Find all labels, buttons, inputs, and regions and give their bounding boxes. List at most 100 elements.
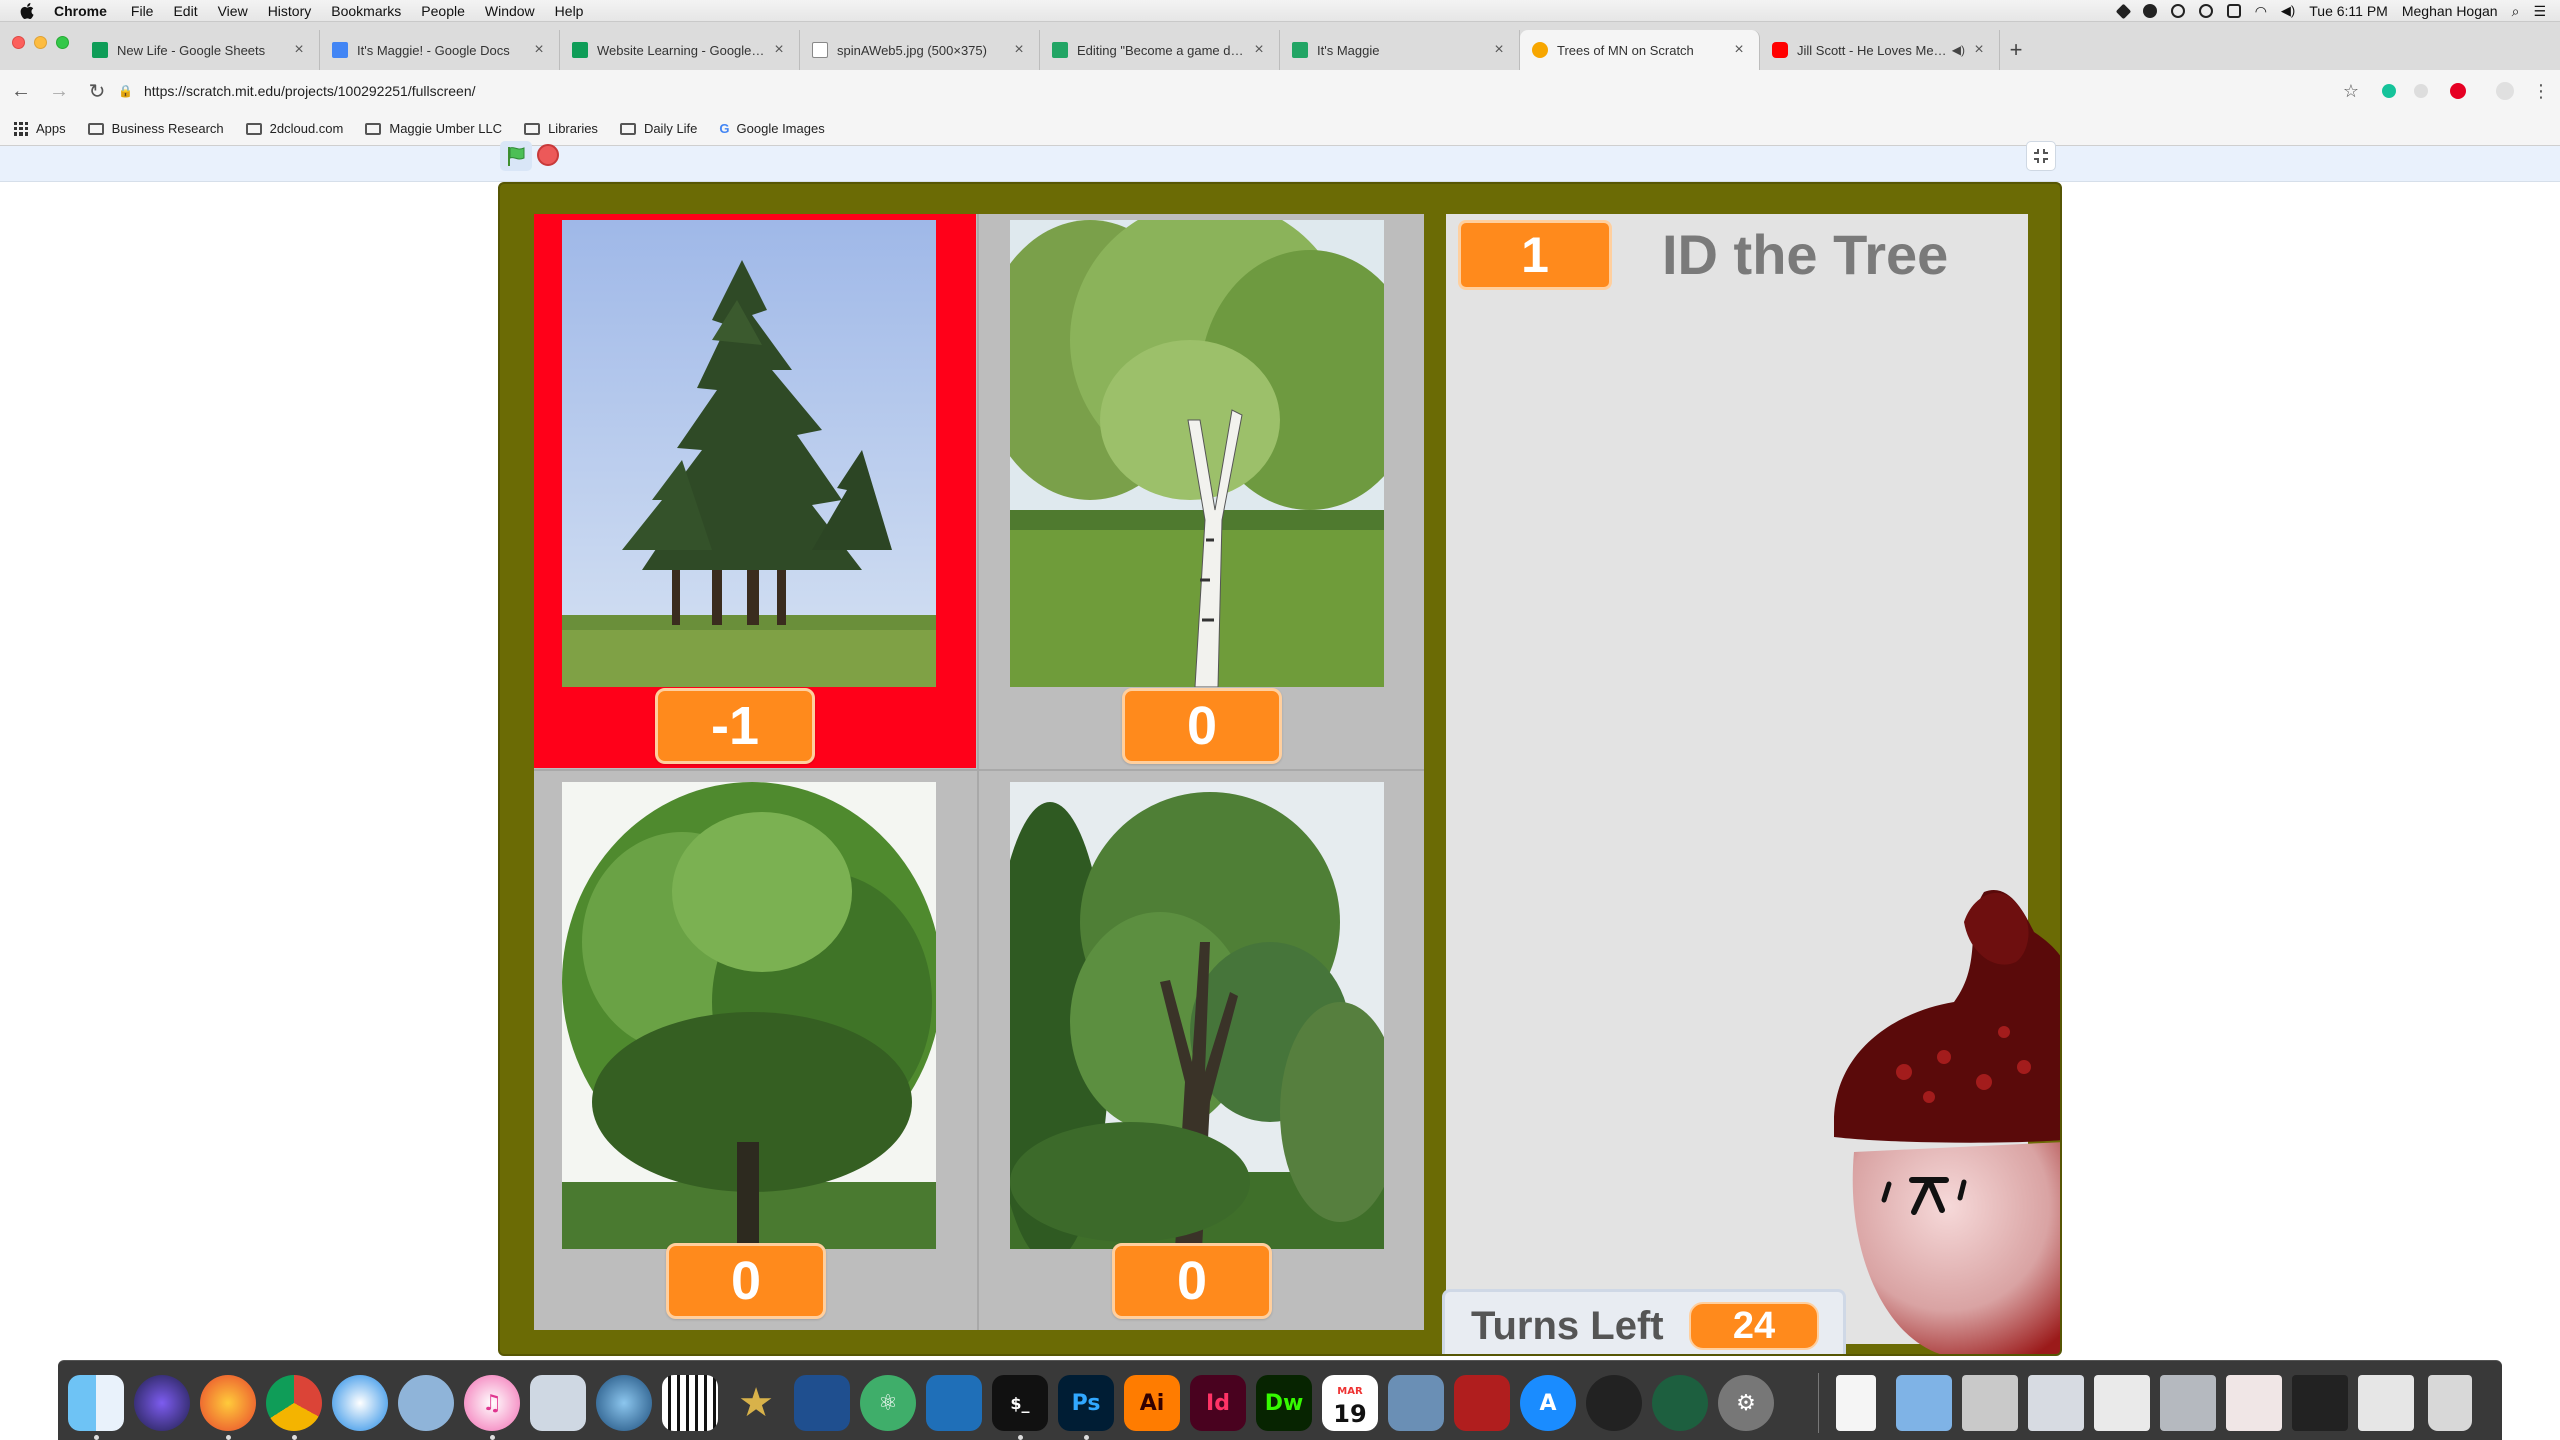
reload-icon[interactable]: ↻ bbox=[80, 74, 114, 108]
bookmark-daily-life[interactable]: Daily Life bbox=[619, 121, 697, 136]
minimize-window-button[interactable] bbox=[34, 36, 47, 49]
close-tab-icon[interactable]: × bbox=[291, 42, 307, 58]
preview-icon[interactable] bbox=[530, 1375, 586, 1431]
calendar-icon[interactable]: MAR 19 bbox=[1322, 1375, 1378, 1431]
close-tab-icon[interactable]: × bbox=[1251, 42, 1267, 58]
tab-jill-scott-youtube[interactable]: Jill Scott - He Loves Me (Li ◀) × bbox=[1760, 30, 2000, 70]
recent-document-icon[interactable] bbox=[2358, 1375, 2414, 1431]
tab-new-life-sheets[interactable]: New Life - Google Sheets × bbox=[80, 30, 320, 70]
html-file-icon[interactable] bbox=[1836, 1375, 1876, 1431]
bur-oak-photo[interactable] bbox=[562, 782, 936, 1249]
recent-document-icon[interactable] bbox=[2226, 1375, 2282, 1431]
menu-view[interactable]: View bbox=[218, 3, 248, 19]
photoshop-dev-icon[interactable] bbox=[794, 1375, 850, 1431]
user-name[interactable]: Meghan Hogan bbox=[2402, 3, 2498, 19]
safari-icon[interactable] bbox=[332, 1375, 388, 1431]
close-tab-icon[interactable]: × bbox=[771, 42, 787, 58]
itunes-icon[interactable]: ♫ bbox=[464, 1375, 520, 1431]
app-store-icon[interactable]: A bbox=[1520, 1375, 1576, 1431]
close-tab-icon[interactable]: × bbox=[531, 42, 547, 58]
bookmark-maggie-umber[interactable]: Maggie Umber LLC bbox=[365, 121, 502, 136]
dreamweaver-icon[interactable]: Dw bbox=[1256, 1375, 1312, 1431]
screenshot-icon[interactable] bbox=[398, 1375, 454, 1431]
close-tab-icon[interactable]: × bbox=[1491, 42, 1507, 58]
chrome-icon[interactable] bbox=[266, 1375, 322, 1431]
tab-trees-of-mn-scratch[interactable]: Trees of MN on Scratch × bbox=[1520, 30, 1760, 70]
volume-icon[interactable]: ◀) bbox=[2281, 3, 2295, 19]
audio-playing-icon[interactable]: ◀) bbox=[1952, 43, 1965, 57]
profile-avatar[interactable] bbox=[2496, 82, 2514, 100]
dropbox-icon[interactable] bbox=[2115, 3, 2131, 19]
recent-document-icon[interactable] bbox=[2094, 1375, 2150, 1431]
terminal-icon[interactable]: $_ bbox=[992, 1375, 1048, 1431]
grammarly-extension-icon[interactable] bbox=[2382, 84, 2396, 98]
back-arrow-icon[interactable]: ← bbox=[4, 74, 38, 108]
pinterest-icon[interactable] bbox=[2450, 83, 2466, 99]
close-tab-icon[interactable]: × bbox=[1971, 42, 1987, 58]
scratch-stage[interactable]: -1 0 0 0 1 ID the Tree Turns Left 24 bbox=[498, 182, 2062, 1356]
extension-icon[interactable] bbox=[2414, 84, 2428, 98]
tab-its-maggie-docs[interactable]: It's Maggie! - Google Docs × bbox=[320, 30, 560, 70]
photo-booth-icon[interactable] bbox=[1454, 1375, 1510, 1431]
bookmark-google-images[interactable]: G Google Images bbox=[719, 121, 824, 136]
address-bar[interactable]: 🔒 https://scratch.mit.edu/projects/10029… bbox=[112, 76, 2362, 106]
star-app-icon[interactable]: ★ bbox=[728, 1375, 784, 1431]
firefox-icon[interactable] bbox=[200, 1375, 256, 1431]
bookmark-star-icon[interactable]: ☆ bbox=[2340, 80, 2362, 102]
time-machine-icon[interactable] bbox=[1652, 1375, 1708, 1431]
menu-help[interactable]: Help bbox=[555, 3, 584, 19]
menu-bookmarks[interactable]: Bookmarks bbox=[331, 3, 401, 19]
chrome-menu-icon[interactable]: ⋮ bbox=[2530, 80, 2552, 102]
recent-document-icon[interactable] bbox=[1962, 1375, 2018, 1431]
atom-icon[interactable]: ⚛ bbox=[860, 1375, 916, 1431]
recent-document-icon[interactable] bbox=[2292, 1375, 2348, 1431]
accessibility-icon[interactable] bbox=[2170, 4, 2185, 18]
vscode-icon[interactable] bbox=[926, 1375, 982, 1431]
spotlight-icon[interactable]: ⌕ bbox=[2512, 3, 2520, 20]
time-machine-status-icon[interactable] bbox=[2198, 4, 2213, 18]
piano-icon[interactable] bbox=[662, 1375, 718, 1431]
close-tab-icon[interactable]: × bbox=[1731, 42, 1747, 58]
quicktime-icon[interactable] bbox=[596, 1375, 652, 1431]
apple-menu-icon[interactable] bbox=[16, 0, 38, 22]
elm-photo[interactable] bbox=[1010, 782, 1384, 1249]
image-capture-icon[interactable] bbox=[1388, 1375, 1444, 1431]
white-pine-photo[interactable] bbox=[562, 220, 936, 687]
url-text[interactable]: https://scratch.mit.edu/projects/1002922… bbox=[144, 83, 476, 99]
wifi-icon[interactable]: ◠ bbox=[2255, 3, 2267, 20]
forward-arrow-icon[interactable]: → bbox=[42, 74, 76, 108]
indesign-icon[interactable]: Id bbox=[1190, 1375, 1246, 1431]
clock[interactable]: Tue 6:11 PM bbox=[2309, 3, 2388, 19]
bookmark-business-research[interactable]: Business Research bbox=[87, 121, 224, 136]
stop-button[interactable] bbox=[537, 144, 559, 166]
menu-history[interactable]: History bbox=[268, 3, 312, 19]
notification-center-icon[interactable]: ☰ bbox=[2533, 3, 2546, 20]
tab-website-learning[interactable]: Website Learning - Google She × bbox=[560, 30, 800, 70]
menu-file[interactable]: File bbox=[131, 3, 154, 19]
bookmark-2dcloud[interactable]: 2dcloud.com bbox=[245, 121, 343, 136]
bookmark-apps[interactable]: Apps bbox=[14, 121, 66, 136]
illustrator-icon[interactable]: Ai bbox=[1124, 1375, 1180, 1431]
close-window-button[interactable] bbox=[12, 36, 25, 49]
tab-spinaweb-image[interactable]: spinAWeb5.jpg (500×375) × bbox=[800, 30, 1040, 70]
system-preferences-icon[interactable]: ⚙ bbox=[1718, 1375, 1774, 1431]
zoom-window-button[interactable] bbox=[56, 36, 69, 49]
green-flag-button[interactable] bbox=[500, 141, 532, 171]
menu-edit[interactable]: Edit bbox=[173, 3, 197, 19]
trash-icon[interactable] bbox=[2428, 1375, 2472, 1431]
applications-folder-icon[interactable] bbox=[1896, 1375, 1952, 1431]
photoshop-icon[interactable]: Ps bbox=[1058, 1375, 1114, 1431]
exit-fullscreen-button[interactable] bbox=[2026, 141, 2056, 171]
menu-people[interactable]: People bbox=[421, 3, 465, 19]
bookmark-libraries[interactable]: Libraries bbox=[524, 121, 598, 136]
paper-birch-photo[interactable] bbox=[1010, 220, 1384, 687]
recent-document-icon[interactable] bbox=[2160, 1375, 2216, 1431]
close-tab-icon[interactable]: × bbox=[1011, 42, 1027, 58]
finder-icon[interactable] bbox=[68, 1375, 124, 1431]
bluetooth-icon[interactable] bbox=[2226, 4, 2241, 18]
speedtest-icon[interactable] bbox=[1586, 1375, 1642, 1431]
notification-icon[interactable] bbox=[2142, 4, 2157, 18]
tab-editing-game-designer[interactable]: Editing "Become a game desig × bbox=[1040, 30, 1280, 70]
new-tab-button[interactable]: + bbox=[2000, 30, 2032, 70]
menu-window[interactable]: Window bbox=[485, 3, 535, 19]
